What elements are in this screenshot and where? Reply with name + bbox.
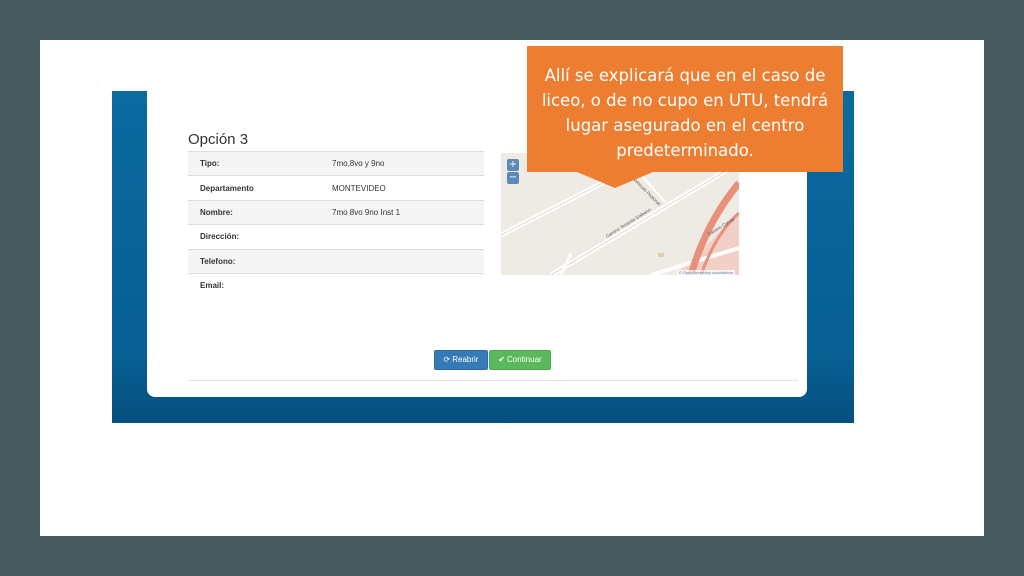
row-value [320, 224, 484, 250]
info-table: Tipo: 7mo,8vo y 9no Departamento MONTEVI… [188, 150, 484, 298]
table-row: Nombre: 7mo 8vo 9no Inst 1 [188, 199, 484, 225]
table-row: Telefono: [188, 248, 484, 274]
row-value: MONTEVIDEO [320, 175, 484, 201]
refresh-icon: ⟳ [443, 355, 451, 364]
table-row: Email: [188, 272, 484, 298]
reabrir-button[interactable]: ⟳ Reabrir [434, 350, 488, 370]
row-label: Tipo: [188, 150, 320, 176]
row-label: Dirección: [188, 224, 320, 250]
divider [188, 380, 798, 381]
zoom-in-button[interactable]: + [507, 159, 519, 171]
row-value [320, 248, 484, 274]
street-label: Camino Teniente Galeano [605, 207, 652, 239]
callout-pointer [577, 172, 653, 188]
row-label: Telefono: [188, 248, 320, 274]
row-value [320, 272, 484, 298]
row-value: 7mo 8vo 9no Inst 1 [320, 199, 484, 225]
row-label: Nombre: [188, 199, 320, 225]
zoom-out-button[interactable]: − [507, 172, 519, 184]
row-value: 7mo,8vo y 9no [320, 150, 484, 176]
continuar-label: Continuar [507, 355, 542, 364]
section-title: Opción 3 [188, 131, 249, 148]
callout-box: Allí se explicará que en el caso de lice… [527, 46, 843, 172]
check-icon: ✔ [498, 355, 505, 364]
map-attribution[interactable]: © OpenStreetMap contributors [676, 270, 735, 275]
table-row: Dirección: [188, 224, 484, 250]
reabrir-label: Reabrir [452, 355, 479, 364]
table-row: Departamento MONTEVIDEO [188, 175, 484, 201]
continuar-button[interactable]: ✔ Continuar [489, 350, 551, 370]
row-label: Email: [188, 272, 320, 298]
table-row: Tipo: 7mo,8vo y 9no [188, 150, 484, 176]
row-label: Departamento [188, 175, 320, 201]
